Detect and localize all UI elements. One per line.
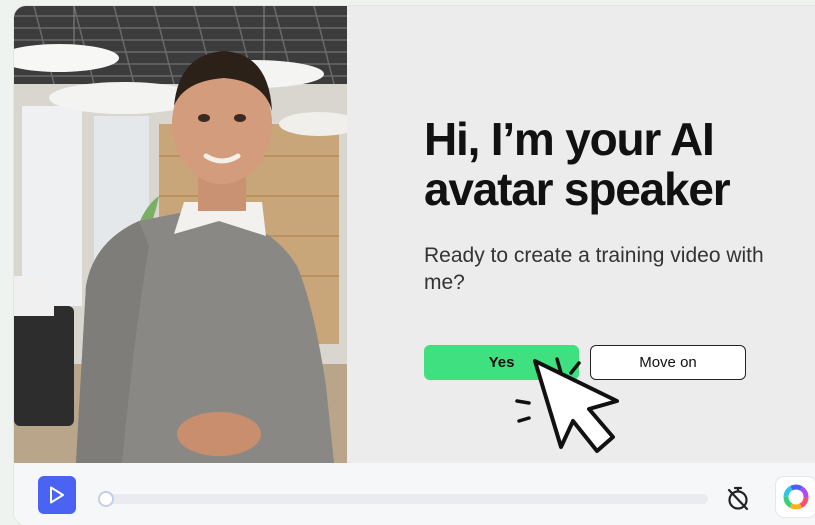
progress-track[interactable] bbox=[98, 494, 708, 504]
progress-thumb[interactable] bbox=[98, 491, 114, 507]
timer-off-icon[interactable] bbox=[726, 485, 750, 511]
slide-subtitle: Ready to create a training video with me… bbox=[424, 244, 764, 294]
play-button[interactable] bbox=[38, 476, 76, 514]
pointer-cursor-icon bbox=[515, 357, 619, 453]
play-icon bbox=[50, 486, 64, 504]
color-wheel-icon bbox=[783, 484, 809, 510]
video-player-window: Hi, I’m your AI avatar speaker Ready to … bbox=[14, 6, 815, 525]
color-settings-button[interactable] bbox=[776, 477, 815, 517]
video-stage: Hi, I’m your AI avatar speaker Ready to … bbox=[14, 6, 815, 463]
avatar-presenter-image bbox=[14, 6, 347, 463]
player-controls-bar bbox=[14, 463, 815, 525]
slide-headline: Hi, I’m your AI avatar speaker bbox=[424, 113, 731, 215]
